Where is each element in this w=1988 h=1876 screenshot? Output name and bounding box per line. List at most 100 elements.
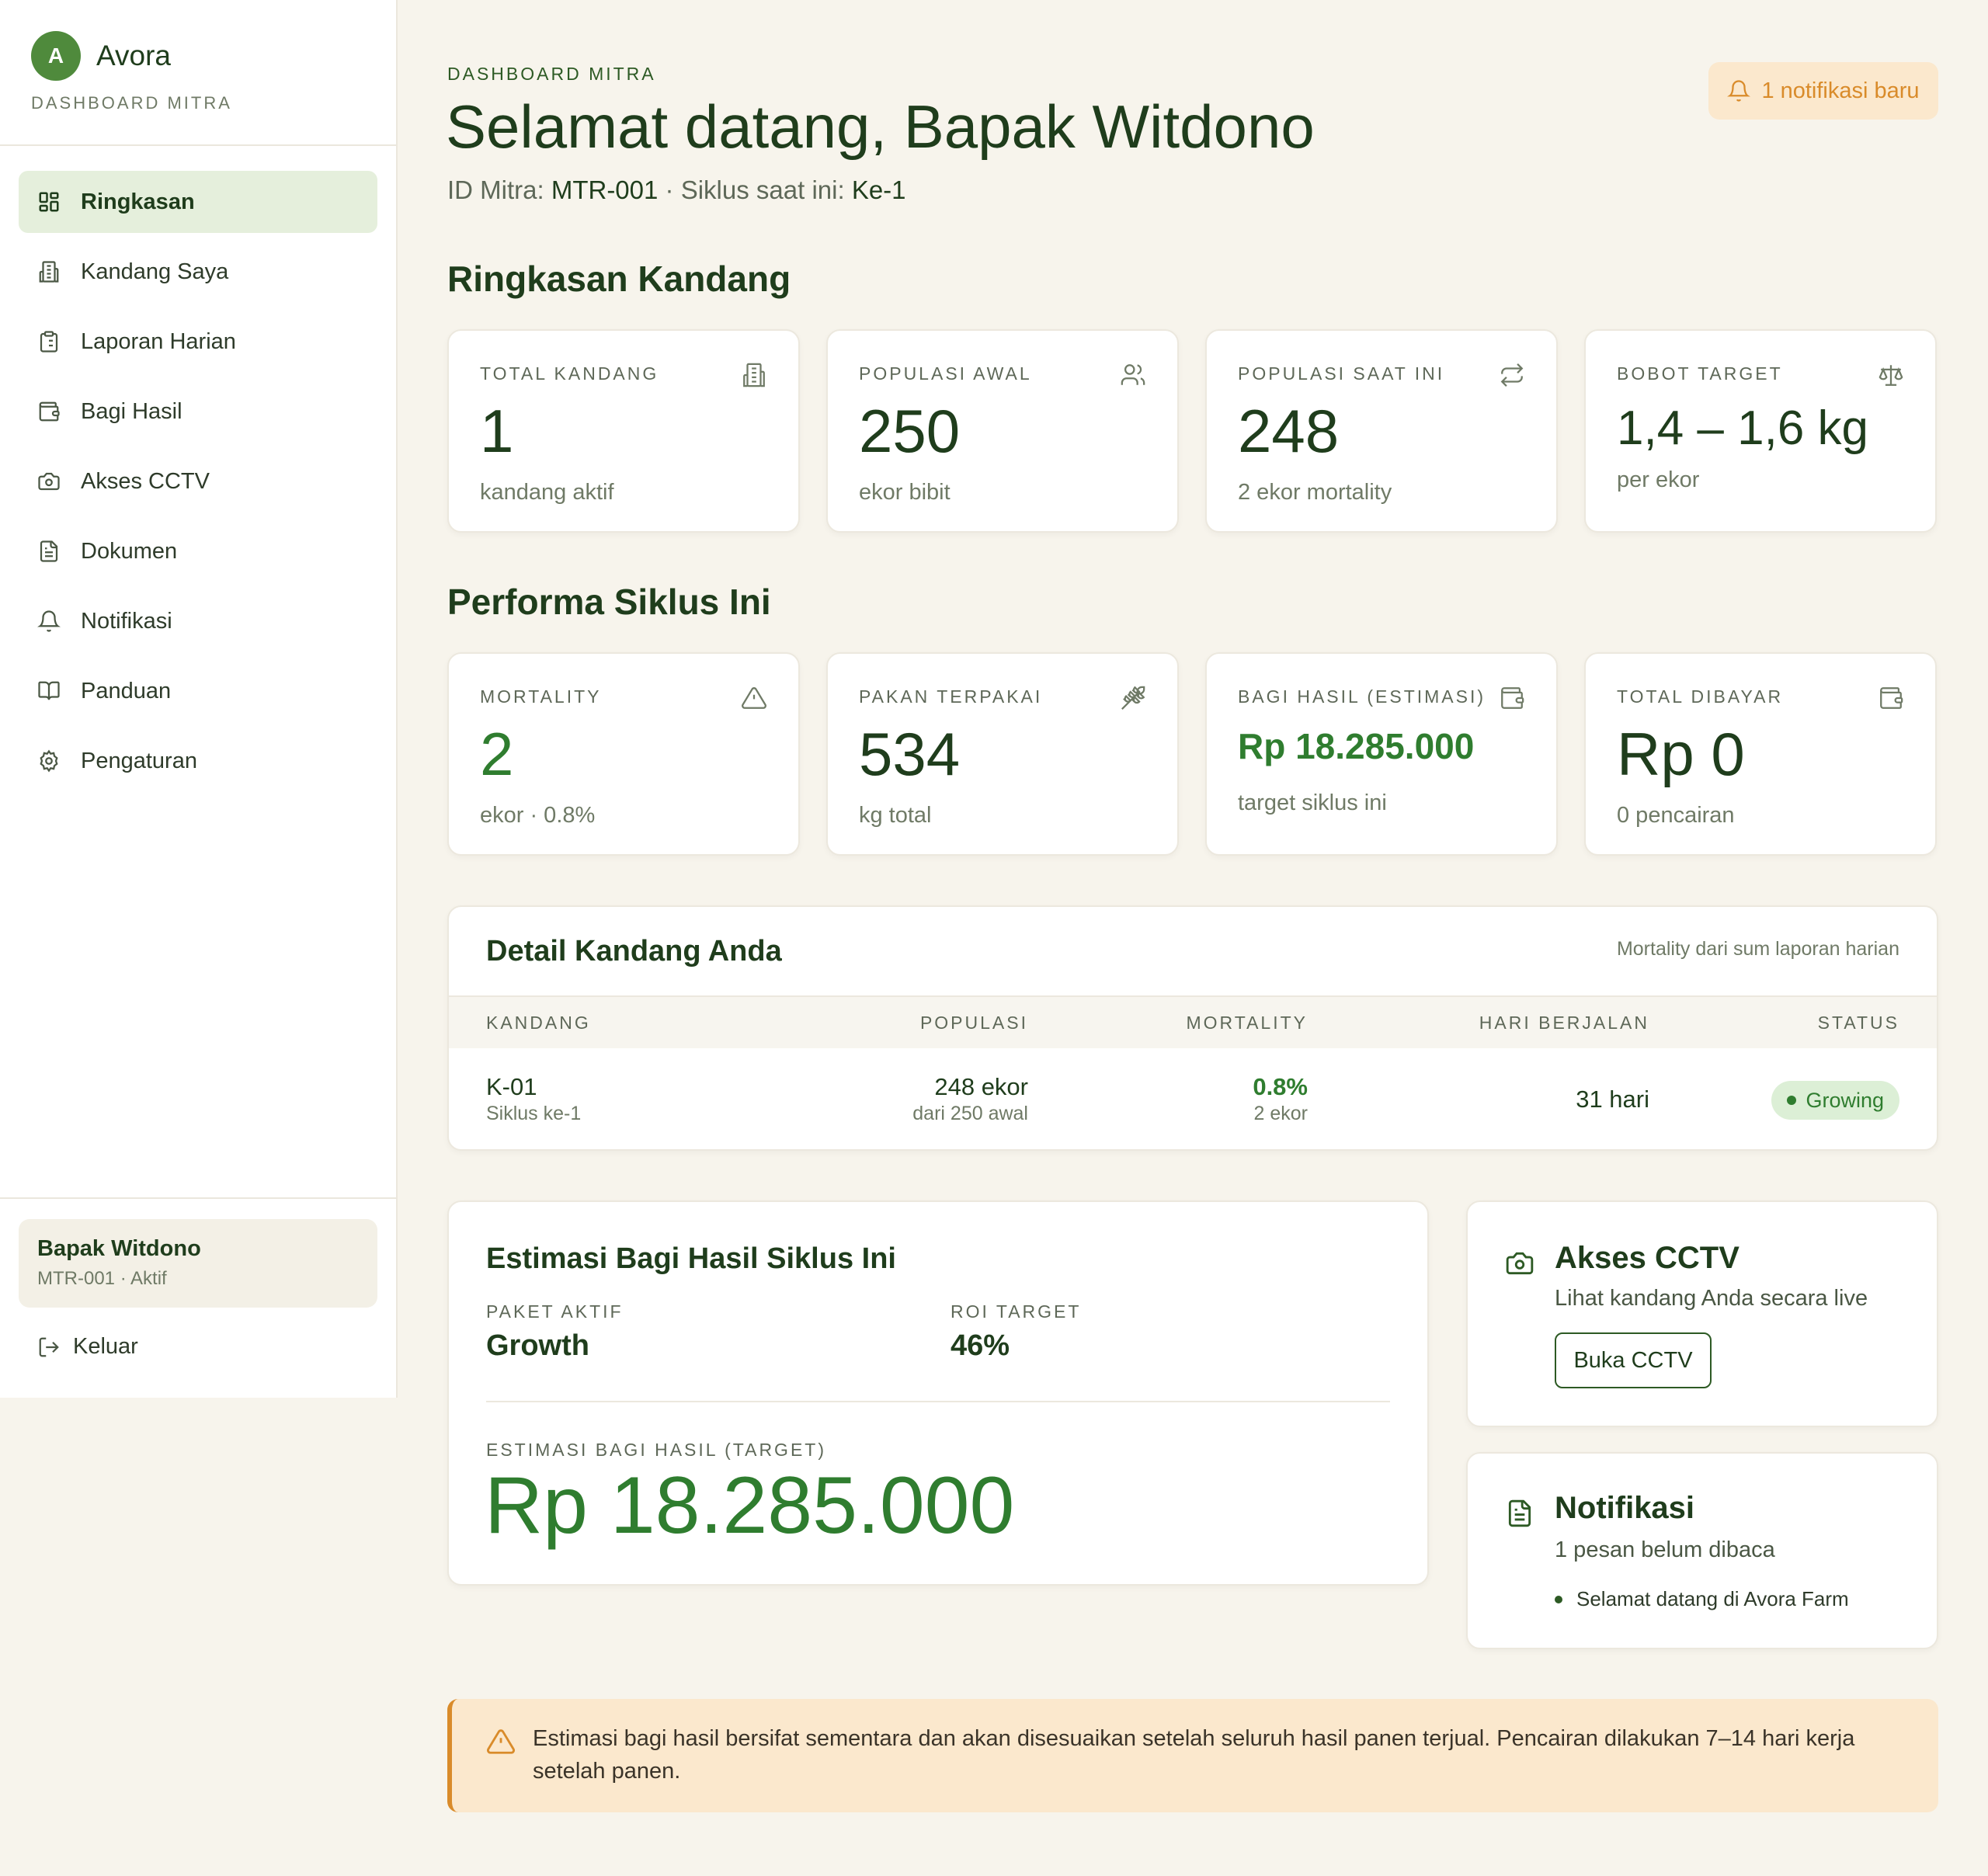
status-label: Growing [1806, 1088, 1884, 1112]
sidebar-item-kandang-saya[interactable]: Kandang Saya [19, 241, 377, 303]
akses-cctv-card: Akses CCTV Lihat kandang Anda secara liv… [1466, 1200, 1938, 1427]
stat-card-mortality: MORTALITY 2 ekor · 0.8% [447, 652, 800, 856]
detail-kandang-card: Detail Kandang Anda Mortality dari sum l… [447, 905, 1938, 1151]
table-header: KANDANG POPULASI MORTALITY HARI BERJALAN… [449, 997, 1937, 1048]
paket-aktif-label: PAKET AKTIF [486, 1301, 624, 1322]
cell-siklus: Siklus ke-1 [486, 1103, 582, 1124]
akses-cctv-text: Lihat kandang Anda secara live [1555, 1286, 1868, 1311]
stat-label: BAGI HASIL (ESTIMASI) [1238, 686, 1486, 707]
user-card[interactable]: Bapak Witdono MTR-001 · Aktif [19, 1219, 377, 1308]
cycle-label: · Siklus saat ini: [665, 175, 845, 204]
sidebar-divider [0, 144, 396, 146]
stat-value: Rp 18.285.000 [1238, 726, 1475, 766]
dashboard-grid-icon [39, 192, 59, 212]
cell-populasi-awal: dari 250 awal [912, 1103, 1028, 1124]
bullet-dot [1555, 1595, 1562, 1603]
sidebar-item-label: Laporan Harian [81, 328, 236, 354]
paket-aktif-value: Growth [486, 1329, 589, 1362]
estimasi-target-value: Rp 18.285.000 [485, 1461, 1015, 1551]
stat-sub: ekor · 0.8% [480, 803, 596, 828]
cell-mortality: 0.8% [1253, 1073, 1308, 1100]
logout-icon [39, 1337, 59, 1357]
sidebar-item-laporan-harian[interactable]: Laporan Harian [19, 311, 377, 373]
akses-cctv-title: Akses CCTV [1555, 1241, 1740, 1275]
document-icon [40, 540, 58, 562]
camera-icon [1506, 1252, 1534, 1275]
logout-button[interactable]: Keluar [37, 1334, 138, 1360]
sidebar-item-label: Pengaturan [81, 748, 197, 773]
stat-label: POPULASI AWAL [859, 363, 1032, 384]
warning-icon [487, 1729, 515, 1754]
warning-icon [742, 687, 766, 709]
sidebar-item-label: Kandang Saya [81, 259, 229, 284]
brand-logo: A [31, 31, 81, 81]
sidebar-item-bagi-hasil[interactable]: Bagi Hasil [19, 380, 377, 443]
notification-chip[interactable]: 1 notifikasi baru [1708, 62, 1938, 120]
buka-cctv-button[interactable]: Buka CCTV [1555, 1332, 1712, 1388]
warning-text: Estimasi bagi hasil bersifat sementara d… [533, 1726, 1855, 1784]
cell-hari-berjalan: 31 hari [1576, 1086, 1649, 1113]
status-dot [1787, 1096, 1797, 1105]
stat-sub: 0 pencairan [1617, 803, 1735, 828]
sidebar-divider [0, 1197, 396, 1199]
stat-value: 250 [859, 397, 961, 465]
user-meta: MTR-001 · Aktif [37, 1268, 167, 1289]
stat-card-bagi-hasil-estimasi: BAGI HASIL (ESTIMASI) Rp 18.285.000 targ… [1205, 652, 1558, 856]
stat-card-pakan-terpakai: PAKAN TERPAKAI 534 kg total [826, 652, 1179, 856]
sidebar-item-label: Bagi Hasil [81, 398, 182, 424]
stat-label: TOTAL KANDANG [480, 363, 659, 384]
stat-card-populasi-awal: POPULASI AWAL 250 ekor bibit [826, 329, 1179, 533]
wallet-icon [1880, 687, 1903, 709]
stat-card-bobot-target: BOBOT TARGET 1,4 – 1,6 kg per ekor [1584, 329, 1937, 533]
users-icon [1121, 364, 1145, 385]
roi-target-value: 46% [951, 1329, 1010, 1362]
stat-sub: target siklus ini [1238, 790, 1387, 815]
column-header-kandang: KANDANG [486, 1013, 591, 1033]
gear-icon [40, 749, 58, 773]
sidebar-item-ringkasan[interactable]: Ringkasan [19, 171, 377, 233]
stat-label: POPULASI SAAT INI [1238, 363, 1445, 384]
notification-chip-label: 1 notifikasi baru [1761, 78, 1920, 103]
logout-label: Keluar [73, 1334, 138, 1359]
clipboard-icon [40, 331, 58, 353]
stat-label: TOTAL DIBAYAR [1617, 686, 1784, 707]
brand-subtitle: DASHBOARD MITRA [31, 93, 232, 113]
section-title-ringkasan: Ringkasan Kandang [447, 259, 791, 299]
bell-icon [1727, 80, 1751, 102]
page-title: Selamat datang, Bapak Witdono [446, 92, 1315, 161]
stat-value: 1 [480, 397, 514, 465]
sidebar-item-panduan[interactable]: Panduan [19, 660, 377, 722]
notification-item[interactable]: Selamat datang di Avora Farm [1555, 1587, 1849, 1611]
wallet-icon [1501, 687, 1524, 709]
column-header-populasi: POPULASI [919, 1013, 1028, 1033]
status-badge: Growing [1771, 1081, 1899, 1120]
roi-target-label: ROI TARGET [951, 1301, 1082, 1322]
sidebar-item-akses-cctv[interactable]: Akses CCTV [19, 450, 377, 512]
camera-icon [38, 472, 60, 491]
sidebar-item-label: Panduan [81, 678, 172, 704]
building-icon [39, 261, 59, 283]
cell-mortality-count: 2 ekor [1253, 1103, 1308, 1124]
section-title-performa: Performa Siklus Ini [447, 582, 771, 622]
notifikasi-card: Notifikasi 1 pesan belum dibaca Selamat … [1466, 1452, 1938, 1649]
brand[interactable]: A Avora [31, 31, 171, 81]
notifikasi-text: 1 pesan belum dibaca [1555, 1537, 1775, 1562]
sidebar-item-dokumen[interactable]: Dokumen [19, 520, 377, 582]
page-eyebrow: DASHBOARD MITRA [447, 64, 656, 84]
sidebar-item-notifikasi[interactable]: Notifikasi [19, 590, 377, 652]
repeat-icon [1500, 363, 1524, 387]
id-value: MTR-001 [551, 175, 659, 204]
sidebar-item-pengaturan[interactable]: Pengaturan [19, 730, 377, 792]
brand-name: Avora [96, 40, 171, 71]
cycle-value: Ke-1 [851, 175, 906, 204]
estimasi-title: Estimasi Bagi Hasil Siklus Ini [486, 1242, 896, 1275]
id-label: ID Mitra: [447, 175, 544, 204]
stat-value: 534 [859, 720, 961, 788]
estimasi-divider [486, 1401, 1390, 1402]
book-icon [38, 681, 60, 700]
document-icon [1508, 1499, 1531, 1527]
detail-kandang-note: Mortality dari sum laporan harian [1616, 938, 1899, 960]
estimasi-bagi-hasil-card: Estimasi Bagi Hasil Siklus Ini PAKET AKT… [447, 1200, 1429, 1586]
column-header-hari-berjalan: HARI BERJALAN [1479, 1013, 1649, 1033]
column-header-mortality: MORTALITY [1186, 1013, 1308, 1033]
